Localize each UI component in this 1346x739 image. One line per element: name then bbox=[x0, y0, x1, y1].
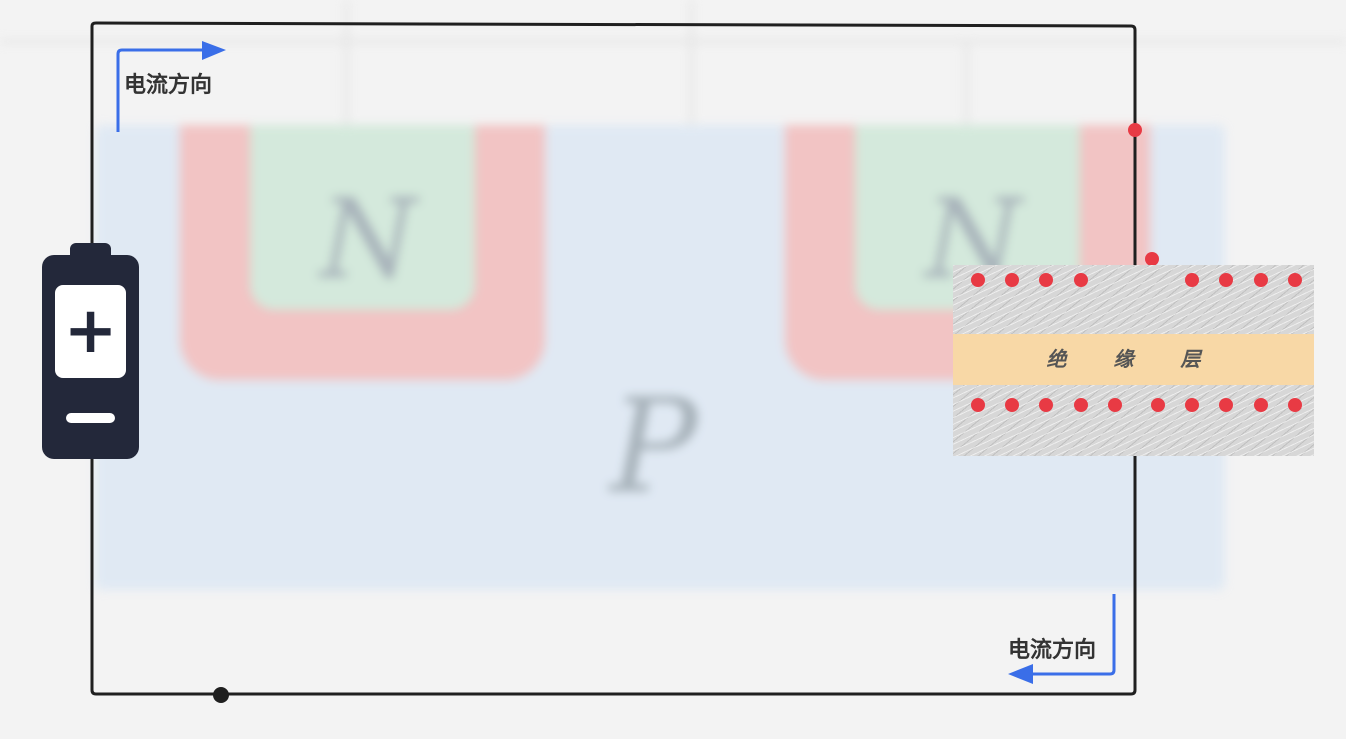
diagram-stage: N N P 电流方向 电流方向 + 绝 缘 层 bbox=[0, 0, 1346, 739]
current-arrow-top-head bbox=[202, 41, 226, 60]
charge-dot bbox=[1185, 398, 1199, 412]
charge-dot bbox=[1219, 273, 1233, 287]
charge-dot bbox=[971, 398, 985, 412]
current-direction-label-bottom: 电流方向 bbox=[1008, 638, 1097, 663]
charge-dot bbox=[1108, 398, 1122, 412]
gate-capacitor-inset: 绝 缘 层 bbox=[953, 265, 1314, 456]
current-direction-label-top: 电流方向 bbox=[124, 73, 213, 98]
current-arrow-bottom-head bbox=[1008, 664, 1033, 684]
battery-positive: + bbox=[55, 285, 126, 378]
plus-icon: + bbox=[63, 294, 118, 368]
charge-dot bbox=[1074, 398, 1088, 412]
charge-dot bbox=[1005, 273, 1019, 287]
battery-icon: + bbox=[42, 243, 139, 459]
charge-dot bbox=[1288, 273, 1302, 287]
charge-dot bbox=[971, 273, 985, 287]
charge-dot bbox=[1254, 398, 1268, 412]
charge-dot bbox=[1151, 398, 1165, 412]
insulator-label: 绝 缘 层 bbox=[1046, 347, 1221, 371]
charge-on-wire bbox=[1128, 123, 1142, 137]
insulator-layer: 绝 缘 层 bbox=[953, 334, 1314, 385]
charge-dot bbox=[1005, 398, 1019, 412]
wire-top bbox=[90, 21, 1137, 267]
charge-dot bbox=[1039, 273, 1053, 287]
charge-dot bbox=[1185, 273, 1199, 287]
charge-dot bbox=[1254, 273, 1268, 287]
minus-icon bbox=[66, 413, 115, 423]
wire-bottom bbox=[90, 454, 1137, 696]
charge-dot bbox=[1219, 398, 1233, 412]
charge-dot bbox=[1039, 398, 1053, 412]
charge-near-plate bbox=[1145, 252, 1159, 266]
charge-dot bbox=[1288, 398, 1302, 412]
wire-junction-dot bbox=[213, 687, 229, 703]
battery-body: + bbox=[42, 255, 139, 459]
charge-dot bbox=[1074, 273, 1088, 287]
